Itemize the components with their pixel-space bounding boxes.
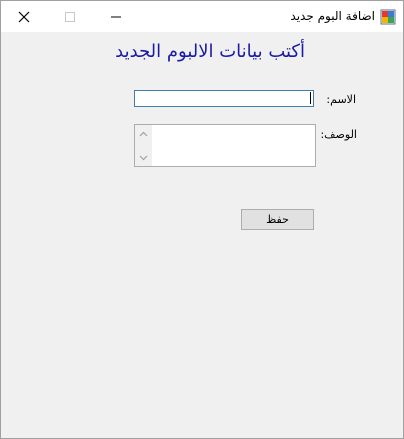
title-bar[interactable]: اضافة البوم جديد [1,1,403,32]
minimize-button[interactable] [93,1,139,32]
close-icon [18,11,30,22]
form-heading: أكتب بيانات الالبوم الجديد [115,41,305,62]
window-title: اضافة البوم جديد [290,9,375,23]
description-scrollbar[interactable] [135,125,152,166]
name-input[interactable] [134,90,314,107]
name-label: الاسم: [326,93,356,106]
album-dialog-window: اضافة البوم جديد أكتب بيانات الالبوم الج… [0,0,404,439]
description-label: الوصف: [320,128,357,141]
maximize-icon [65,11,75,22]
scroll-up-button[interactable] [135,125,152,142]
save-button[interactable]: حفظ [241,209,314,230]
chevron-down-icon [139,155,148,160]
scroll-down-button[interactable] [135,149,152,166]
text-caret [310,92,311,104]
description-textarea[interactable] [134,124,316,167]
app-icon [380,9,396,25]
minimize-icon [111,16,121,17]
chevron-up-icon [139,131,148,136]
maximize-button[interactable] [47,1,93,32]
close-button[interactable] [1,1,47,32]
